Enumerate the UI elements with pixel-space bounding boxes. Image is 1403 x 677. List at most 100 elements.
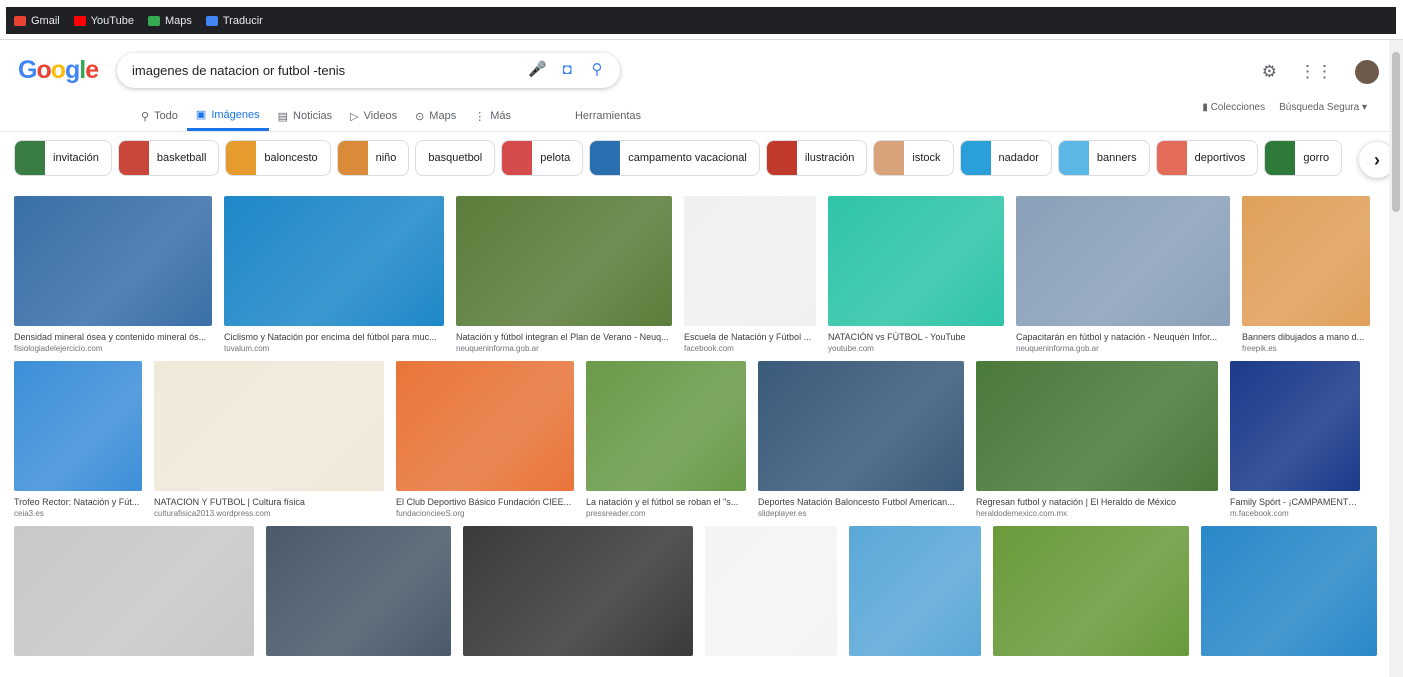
result-title[interactable]: Ciclismo y Natación por encima del fútbo… [224, 332, 444, 342]
result-source[interactable]: pressreader.com [586, 509, 746, 518]
image-result[interactable]: Capacitarán en fútbol y natación - Neuqu… [1016, 196, 1230, 353]
chip-niño[interactable]: niño [336, 140, 410, 176]
chip-basketball[interactable]: basketball [117, 140, 220, 176]
image-result[interactable]: NATACION Y FUTBOL | Cultura física cultur… [154, 361, 384, 518]
tab-imágenes[interactable]: ▣ Imágenes [186, 108, 269, 131]
image-result[interactable] [14, 526, 254, 656]
result-thumbnail[interactable] [586, 361, 746, 491]
image-result[interactable]: NATACIÓN vs FÚTBOL - YouTube youtube.com [828, 196, 1004, 353]
tab-maps[interactable]: ⊙ Maps [406, 108, 465, 131]
chip-campamento-vacacional[interactable]: campamento vacacional [589, 140, 760, 176]
result-source[interactable]: fisiologiadelejercicio.com [14, 344, 212, 353]
tab-más[interactable]: ⋮ Más [465, 108, 520, 131]
result-thumbnail[interactable] [849, 526, 981, 656]
search-input[interactable] [132, 63, 532, 78]
chip-istock[interactable]: istock [873, 140, 954, 176]
result-source[interactable]: neuqueninforma.gob.ar [456, 344, 672, 353]
result-thumbnail[interactable] [224, 196, 444, 326]
tab-videos[interactable]: ▷ Videos [341, 108, 406, 131]
mic-icon[interactable]: 🎤 [528, 61, 547, 79]
result-title[interactable]: Regresan futbol y natación | El Heraldo … [976, 497, 1218, 507]
image-result[interactable]: Ciclismo y Natación por encima del fútbo… [224, 196, 444, 353]
result-source[interactable]: tuvalum.com [224, 344, 444, 353]
tab-todo[interactable]: ⚲ Todo [132, 108, 187, 131]
result-thumbnail[interactable] [1201, 526, 1377, 656]
safesearch-link[interactable]: Búsqueda Segura ▾ [1279, 102, 1367, 113]
result-source[interactable]: m.facebook.com [1230, 509, 1360, 518]
scrollbar-thumb[interactable] [1392, 52, 1400, 212]
bookmark-youtube[interactable]: YouTube [73, 15, 134, 27]
camera-search-icon[interactable]: ◘ [558, 61, 576, 79]
tab-noticias[interactable]: ▤ Noticias [269, 108, 342, 131]
result-thumbnail[interactable] [463, 526, 693, 656]
result-thumbnail[interactable] [14, 526, 254, 656]
result-title[interactable]: El Club Deportivo Básico Fundación CIEE.… [396, 497, 574, 507]
result-title[interactable]: Family Spórt - ¡CAMPAMENTO VA... [1230, 497, 1360, 507]
chip-ilustración[interactable]: ilustración [765, 140, 868, 176]
result-source[interactable]: ceia3.es [14, 509, 142, 518]
result-thumbnail[interactable] [14, 196, 212, 326]
chip-baloncesto[interactable]: baloncesto [225, 140, 331, 176]
result-source[interactable]: freepik.es [1242, 344, 1370, 353]
result-source[interactable]: fundacioncieeS.org [396, 509, 574, 518]
result-thumbnail[interactable] [1016, 196, 1230, 326]
result-thumbnail[interactable] [456, 196, 672, 326]
bookmark-maps[interactable]: Maps [147, 15, 192, 27]
result-title[interactable]: Banners dibujados a mano d... [1242, 332, 1370, 342]
image-result[interactable] [463, 526, 693, 656]
image-result[interactable]: La natación y el fútbol se roban el "s..… [586, 361, 746, 518]
result-thumbnail[interactable] [1230, 361, 1360, 491]
image-result[interactable] [1201, 526, 1377, 656]
image-result[interactable]: Natación y fútbol integran el Plan de Ve… [456, 196, 672, 353]
image-result[interactable]: Trofeo Rector: Natación y Fút... ceia3.es [14, 361, 142, 518]
result-thumbnail[interactable] [154, 361, 384, 491]
result-source[interactable]: slideplayer.es [758, 509, 964, 518]
result-source[interactable]: facebook.com [684, 344, 816, 353]
chip-nadador[interactable]: nadador [959, 140, 1052, 176]
apps-grid-icon[interactable]: ⋮⋮ [1299, 62, 1333, 82]
result-thumbnail[interactable] [993, 526, 1189, 656]
result-thumbnail[interactable] [396, 361, 574, 491]
chip-basquetbol[interactable]: basquetbol [415, 140, 496, 176]
avatar[interactable] [1355, 60, 1379, 84]
result-thumbnail[interactable] [976, 361, 1218, 491]
result-thumbnail[interactable] [828, 196, 1004, 326]
result-thumbnail[interactable] [684, 196, 816, 326]
result-title[interactable]: La natación y el fútbol se roban el "s..… [586, 497, 746, 507]
chip-gorro[interactable]: gorro [1264, 140, 1343, 176]
image-result[interactable]: Banners dibujados a mano d... freepik.es [1242, 196, 1370, 353]
chip-deportivos[interactable]: deportivos [1155, 140, 1259, 176]
image-result[interactable]: Escuela de Natación y Fútbol ... facebook… [684, 196, 816, 353]
result-source[interactable]: neuqueninforma.gob.ar [1016, 344, 1230, 353]
image-result[interactable] [993, 526, 1189, 656]
image-result[interactable]: Densidad mineral ósea y contenido minera… [14, 196, 212, 353]
bookmark-gmail[interactable]: Gmail [14, 15, 60, 27]
image-result[interactable] [849, 526, 981, 656]
result-title[interactable]: Trofeo Rector: Natación y Fút... [14, 497, 142, 507]
result-source[interactable]: culturafisica2013.wordpress.com [154, 509, 384, 518]
bookmark-traducir[interactable]: Traducir [205, 15, 263, 27]
image-result[interactable]: Deportes Natación Baloncesto Futbol Amer… [758, 361, 964, 518]
result-title[interactable]: Natación y fútbol integran el Plan de Ve… [456, 332, 672, 342]
tools-button[interactable]: Herramientas [566, 108, 650, 131]
image-result[interactable]: Family Spórt - ¡CAMPAMENTO VA... m.facebo… [1230, 361, 1360, 518]
chip-invitación[interactable]: invitación [14, 140, 112, 176]
result-thumbnail[interactable] [758, 361, 964, 491]
result-source[interactable]: youtube.com [828, 344, 1004, 353]
result-title[interactable]: Escuela de Natación y Fútbol ... [684, 332, 816, 342]
result-thumbnail[interactable] [14, 361, 142, 491]
chip-pelota[interactable]: pelota [501, 140, 584, 176]
image-result[interactable]: Regresan futbol y natación | El Heraldo … [976, 361, 1218, 518]
collections-link[interactable]: ▮ Colecciones [1202, 102, 1265, 113]
result-title[interactable]: Densidad mineral ósea y contenido minera… [14, 332, 212, 342]
result-thumbnail[interactable] [266, 526, 451, 656]
image-result[interactable] [705, 526, 837, 656]
result-title[interactable]: Capacitarán en fútbol y natación - Neuqu… [1016, 332, 1230, 342]
chip-banners[interactable]: banners [1057, 140, 1150, 176]
google-logo[interactable]: Google [18, 56, 99, 85]
result-title[interactable]: NATACIÓN vs FÚTBOL - YouTube [828, 332, 1004, 342]
settings-gear-icon[interactable]: ⚙ [1262, 62, 1277, 82]
result-thumbnail[interactable] [705, 526, 837, 656]
result-source[interactable]: heraldodemexico.com.mx [976, 509, 1218, 518]
result-thumbnail[interactable] [1242, 196, 1370, 326]
